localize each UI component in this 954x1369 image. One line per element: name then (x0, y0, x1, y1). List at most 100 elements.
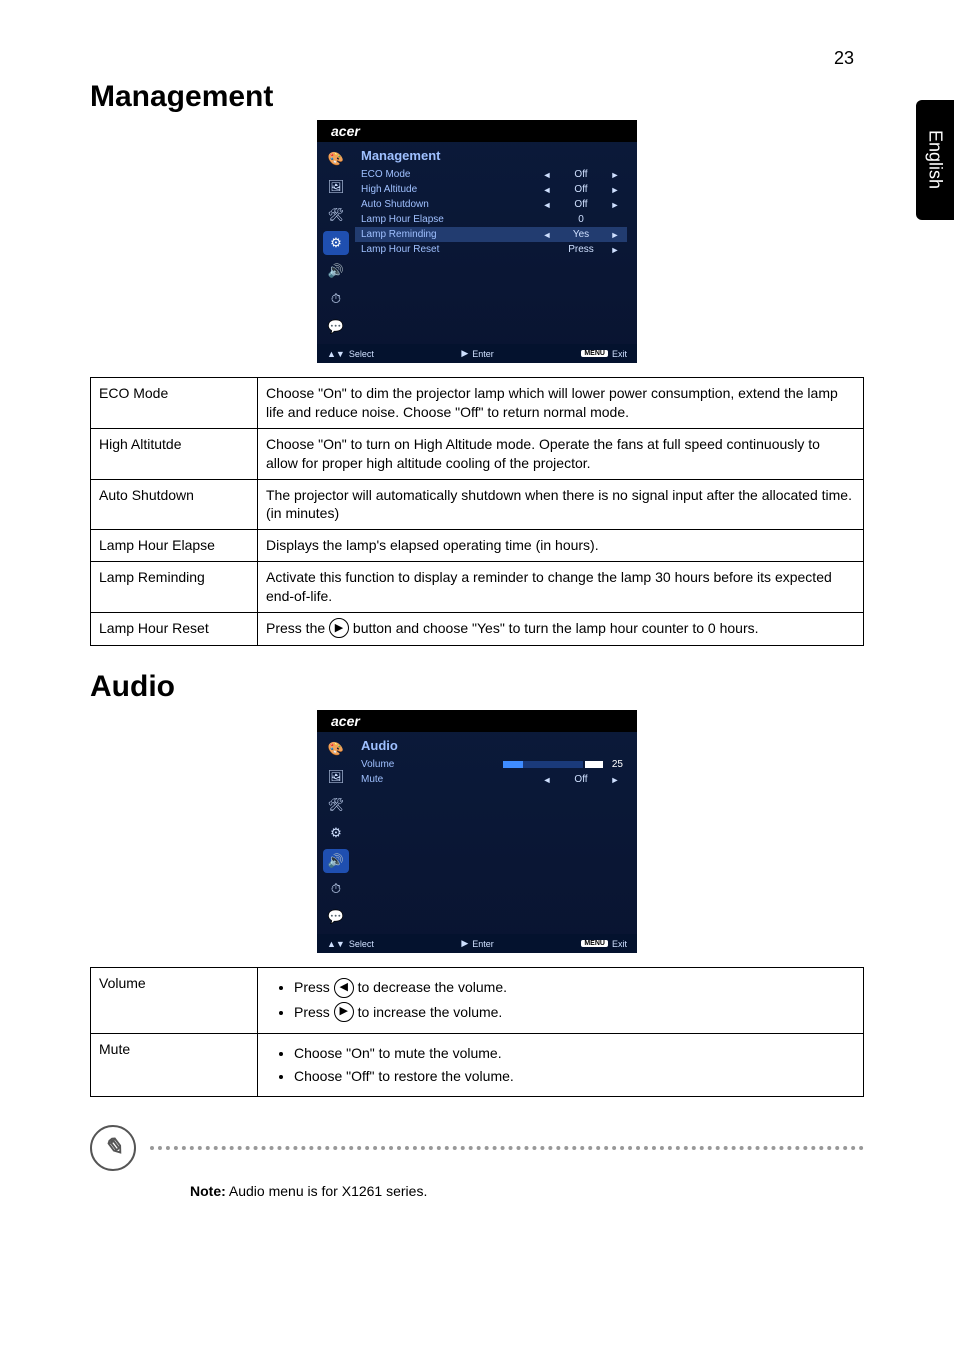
cell-val: The projector will automatically shutdow… (258, 479, 864, 530)
timer-icon: ⏱ (323, 877, 349, 901)
osd-row-label: Mute (361, 774, 539, 785)
osd-brand: acer (317, 710, 637, 732)
cell-key: ECO Mode (91, 378, 258, 429)
cell-key: Auto Shutdown (91, 479, 258, 530)
menu-badge: MENU (581, 940, 608, 947)
page-number: 23 (834, 48, 854, 69)
image-icon: 🖼 (323, 765, 349, 789)
list-item: Choose "On" to mute the volume. (294, 1044, 855, 1063)
footer-select: Select (349, 939, 374, 949)
management-icon: ⚙ (323, 231, 349, 255)
audio-icon: 🔊 (323, 259, 349, 283)
volume-bar (503, 759, 603, 770)
cell-key: Lamp Hour Elapse (91, 530, 258, 562)
left-arrow-icon: ◄ (539, 200, 555, 210)
cell-val: Displays the lamp's elapsed operating ti… (258, 530, 864, 562)
management-table: ECO ModeChoose "On" to dim the projector… (90, 377, 864, 646)
osd-title: Audio (355, 736, 627, 757)
table-row: Mute Choose "On" to mute the volume. Cho… (91, 1033, 864, 1096)
left-arrow-icon: ◄ (539, 230, 555, 240)
audio-heading: Audio (90, 670, 864, 704)
management-icon: ⚙ (323, 821, 349, 845)
list-item: Press ▶ to increase the volume. (294, 1003, 855, 1023)
cell-key: High Altitutde (91, 428, 258, 479)
text-post: to increase the volume. (354, 1004, 503, 1020)
cell-key: Lamp Reminding (91, 562, 258, 613)
volume-value: 25 (603, 759, 623, 770)
osd-row-value: Off (555, 169, 607, 180)
left-circle-icon: ◀ (334, 978, 354, 998)
osd-brand: acer (317, 120, 637, 142)
note-body: Audio menu is for X1261 series. (226, 1183, 428, 1199)
right-tri-icon: ▶ (461, 938, 468, 949)
text-pre: Press (294, 1004, 334, 1020)
audio-table: Volume Press ◀ to decrease the volume. P… (90, 967, 864, 1096)
cell-val: Activate this function to display a remi… (258, 562, 864, 613)
note-label: Note: (190, 1183, 226, 1199)
tools-icon: 🛠 (323, 203, 349, 227)
footer-select: Select (349, 349, 374, 359)
right-arrow-icon: ► (607, 245, 623, 255)
list-item: Press ◀ to decrease the volume. (294, 978, 855, 998)
text-pre: Press (294, 979, 334, 995)
footer-enter: Enter (472, 939, 494, 949)
table-row: Auto ShutdownThe projector will automati… (91, 479, 864, 530)
menu-badge: MENU (581, 350, 608, 357)
right-arrow-icon: ► (607, 170, 623, 180)
list-item: Choose "Off" to restore the volume. (294, 1067, 855, 1086)
footer-exit: Exit (612, 939, 627, 949)
cell-val: Choose "On" to dim the projector lamp wh… (258, 378, 864, 429)
osd-row-label: Lamp Hour Reset (361, 244, 539, 255)
right-arrow-icon: ► (607, 775, 623, 785)
left-arrow-icon: ◄ (539, 185, 555, 195)
table-row: ECO ModeChoose "On" to dim the projector… (91, 378, 864, 429)
osd-row-label: Lamp Hour Elapse (361, 214, 539, 225)
audio-osd: acer 🎨 🖼 🛠 ⚙ 🔊 ⏱ 💬 Audio Volume 2 (317, 710, 637, 953)
note-text: Note: Audio menu is for X1261 series. (190, 1183, 864, 1199)
cell-key: Volume (91, 968, 258, 1034)
updown-icon: ▲▼ (327, 939, 345, 949)
table-row: Volume Press ◀ to decrease the volume. P… (91, 968, 864, 1034)
footer-enter: Enter (472, 349, 494, 359)
cell-key: Lamp Hour Reset (91, 613, 258, 646)
right-arrow-icon: ► (607, 230, 623, 240)
footer-exit: Exit (612, 349, 627, 359)
osd-row-label: Volume (361, 759, 503, 770)
left-arrow-icon: ◄ (539, 775, 555, 785)
color-icon: 🎨 (323, 147, 349, 171)
text-post: to decrease the volume. (354, 979, 507, 995)
table-row: High AltitutdeChoose "On" to turn on Hig… (91, 428, 864, 479)
osd-icon-rail: 🎨 🖼 🛠 ⚙ 🔊 ⏱ 💬 (317, 142, 355, 344)
tools-icon: 🛠 (323, 793, 349, 817)
image-icon: 🖼 (323, 175, 349, 199)
right-arrow-icon: ► (607, 185, 623, 195)
table-row: Lamp Hour ElapseDisplays the lamp's elap… (91, 530, 864, 562)
osd-title: Management (355, 146, 627, 167)
divider (150, 1146, 864, 1150)
management-osd: acer 🎨 🖼 🛠 ⚙ 🔊 ⏱ 💬 Management ECO Mode◄O… (317, 120, 637, 363)
cell-key: Mute (91, 1033, 258, 1096)
osd-row-label: Auto Shutdown (361, 199, 539, 210)
osd-row-label: High Altitude (361, 184, 539, 195)
cell-val: Press the ▶ button and choose "Yes" to t… (258, 613, 864, 646)
osd-icon-rail: 🎨 🖼 🛠 ⚙ 🔊 ⏱ 💬 (317, 732, 355, 934)
osd-row-value: 0 (555, 214, 607, 225)
osd-row-value: Press (555, 244, 607, 255)
table-row: Lamp RemindingActivate this function to … (91, 562, 864, 613)
color-icon: 🎨 (323, 737, 349, 761)
language-tab: English (916, 100, 954, 220)
left-arrow-icon: ◄ (539, 170, 555, 180)
right-circle-icon: ▶ (329, 618, 349, 638)
osd-row-value: Yes (555, 229, 607, 240)
right-circle-icon: ▶ (334, 1002, 354, 1022)
osd-row-value: Off (555, 774, 607, 785)
cell-val: Press ◀ to decrease the volume. Press ▶ … (258, 968, 864, 1034)
audio-icon: 🔊 (323, 849, 349, 873)
right-arrow-icon: ► (607, 200, 623, 210)
cell-val: Choose "On" to turn on High Altitude mod… (258, 428, 864, 479)
timer-icon: ⏱ (323, 287, 349, 311)
language-icon: 💬 (323, 905, 349, 929)
language-icon: 💬 (323, 315, 349, 339)
osd-row-label: ECO Mode (361, 169, 539, 180)
osd-row-label: Lamp Reminding (361, 229, 539, 240)
